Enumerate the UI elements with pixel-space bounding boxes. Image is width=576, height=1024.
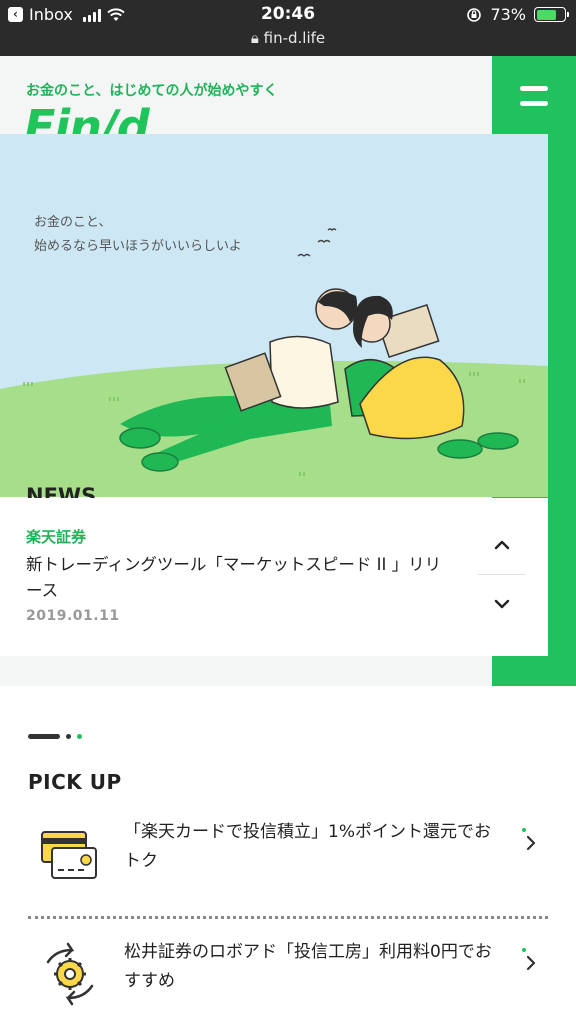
lock-icon: 🔒︎ (250, 29, 259, 47)
url-bar[interactable]: 🔒︎ fin-d.life (0, 29, 576, 47)
pickup-item[interactable]: 「楽天カードで投信積立」1%ポイント還元でおトク (28, 808, 548, 900)
hamburger-menu-button[interactable] (510, 76, 558, 116)
indicator-dot[interactable] (77, 734, 82, 739)
status-right: 73% (466, 5, 569, 24)
news-category: 楽天証券 (26, 528, 87, 546)
pickup-item-text: 「楽天カードで投信積立」1%ポイント還元でおトク (124, 822, 491, 871)
pickup-item[interactable]: 松井証券のロボアド「投信工房」利用料0円でおすすめ (28, 928, 548, 1020)
pickup-section-title: PICK UP (28, 770, 122, 794)
news-headline[interactable]: 新トレーディングツール「マーケットスピード II 」リリース (26, 552, 456, 604)
news-carousel-nav (474, 516, 530, 634)
hero-illustration: お金のこと、 始めるなら早いほうがいいらしいよ (0, 134, 548, 497)
pickup-divider (28, 916, 548, 919)
pickup-item-text: 松井証券のロボアド「投信工房」利用料0円でおすすめ (124, 942, 492, 991)
battery-icon (534, 7, 569, 22)
credit-card-icon (41, 831, 97, 879)
indicator-current[interactable] (28, 734, 60, 739)
chevron-down-icon (494, 599, 510, 609)
news-next-button[interactable] (474, 575, 530, 633)
news-date: 2019.01.11 (26, 608, 120, 624)
chevron-up-icon (494, 540, 510, 550)
chevron-right-icon (526, 955, 536, 971)
news-card[interactable]: 楽天証券 新トレーディングツール「マーケットスピード II 」リリース 2019… (0, 498, 548, 656)
carousel-indicator (28, 734, 82, 739)
menu-bar-icon (520, 101, 548, 106)
menu-bar-icon (520, 86, 548, 91)
indicator-dot[interactable] (66, 734, 71, 739)
hero-caption-line1: お金のこと、 (34, 214, 111, 230)
site-tagline: お金のこと、はじめての人が始めやすく (26, 83, 278, 99)
page: お金のこと、はじめての人が始めやすく Fin/d お金のこと、 始めるなら早いほ… (0, 56, 576, 1024)
hero-caption-line2: 始めるなら早いほうがいいらしいよ (34, 239, 242, 254)
status-bar: ‹ Inbox 20:46 🔒︎ fin-d.life 73% (0, 0, 576, 56)
orientation-lock-icon (467, 7, 482, 22)
chevron-right-icon (526, 835, 536, 851)
news-prev-button[interactable] (474, 516, 530, 574)
battery-percent: 73% (490, 5, 526, 24)
gear-cycle-icon (46, 942, 94, 1006)
url-text: fin-d.life (263, 29, 326, 47)
